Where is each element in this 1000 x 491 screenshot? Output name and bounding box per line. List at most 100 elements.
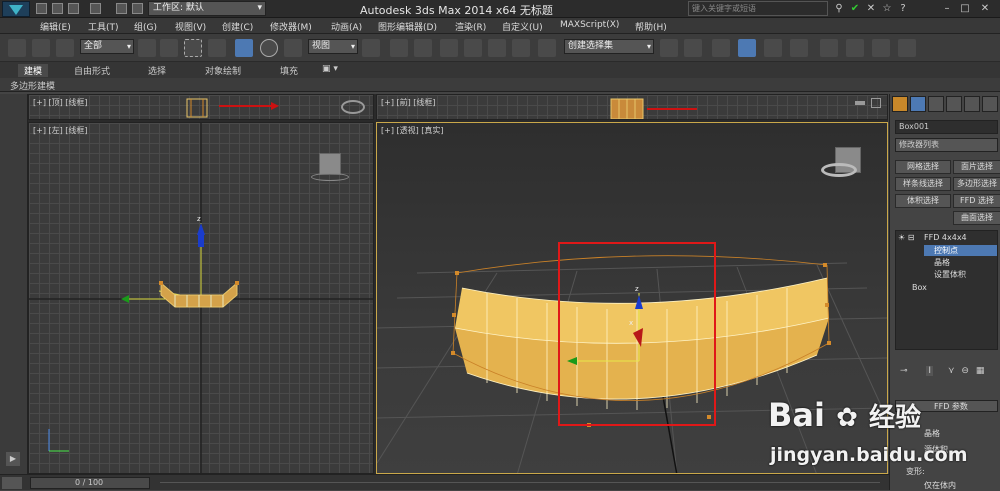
new-file-icon[interactable] [36, 3, 47, 14]
make-unique-icon[interactable]: ⋎ [948, 366, 955, 376]
schematic-view-icon[interactable] [790, 39, 808, 57]
rendered-frame-icon[interactable] [872, 39, 890, 57]
project-folder-icon[interactable] [132, 3, 143, 14]
display-tab-icon[interactable] [964, 96, 980, 112]
tab-object-paint[interactable]: 对象绘制 [205, 64, 241, 77]
stack-set-volume[interactable]: 设置体积 [934, 269, 966, 280]
menu-maxscript[interactable]: MAXScript(X) [560, 20, 619, 30]
keyboard-shortcut-icon[interactable] [414, 39, 432, 57]
named-selection-dropdown[interactable]: 创建选择集 ▾ [564, 39, 654, 54]
menu-help[interactable]: 帮助(H) [635, 20, 667, 33]
render-setup-icon[interactable] [846, 39, 864, 57]
select-manipulate-icon[interactable] [390, 39, 408, 57]
show-end-result-icon[interactable]: Ⅰ [926, 366, 934, 376]
time-slider[interactable]: 0 / 100 [30, 477, 150, 489]
viewcube-ring-icon[interactable] [311, 173, 349, 181]
hierarchy-tab-icon[interactable] [928, 96, 944, 112]
viewport-front[interactable]: [+] [前] [线框] [376, 94, 888, 120]
motion-tab-icon[interactable] [946, 96, 962, 112]
bind-space-warp-icon[interactable] [56, 39, 74, 57]
menu-tools[interactable]: 工具(T) [88, 20, 119, 33]
stack-control-points[interactable]: 控制点 [924, 245, 997, 256]
viewport-top[interactable]: [+] [顶] [线框] [28, 94, 374, 120]
tab-freeform[interactable]: 自由形式 [74, 64, 110, 77]
remove-modifier-icon[interactable]: ⊖ [961, 366, 969, 376]
stack-lattice[interactable]: 晶格 [934, 257, 950, 268]
ribbon-options-icon[interactable]: ▣ ▾ [322, 64, 338, 74]
lightbulb-icon[interactable]: ☀ ⊟ [898, 233, 914, 242]
select-by-name-icon[interactable] [160, 39, 178, 57]
tab-modeling[interactable]: 建模 [18, 64, 49, 77]
maximize-icon[interactable]: □ [958, 2, 972, 15]
mesh-select-button[interactable]: 网格选择 [895, 160, 951, 174]
menu-graph-editors[interactable]: 图形编辑器(D) [378, 20, 437, 33]
menu-group[interactable]: 组(G) [134, 20, 157, 33]
lattice-checkbox-label[interactable]: 晶格 [924, 428, 940, 439]
menu-rendering[interactable]: 渲染(R) [455, 20, 486, 33]
menu-edit[interactable]: 编辑(E) [40, 20, 71, 33]
tab-selection[interactable]: 选择 [148, 64, 166, 77]
spinner-snap-icon[interactable] [512, 39, 530, 57]
poly-select-button[interactable]: 多边形选择 [953, 177, 1000, 191]
pivot-center-icon[interactable] [362, 39, 380, 57]
subscription-icon[interactable]: ✔ [848, 2, 862, 15]
select-object-icon[interactable] [138, 39, 156, 57]
modifier-stack[interactable]: ☀ ⊟ FFD 4x4x4 控制点 晶格 设置体积 Box [895, 230, 998, 350]
rect-selection-icon[interactable] [184, 39, 202, 57]
expand-arrow-icon[interactable]: ▶ [6, 452, 20, 466]
material-editor-icon[interactable] [820, 39, 838, 57]
modify-tab-icon[interactable] [910, 96, 926, 112]
ffd-select-button[interactable]: FFD 选择 [953, 194, 1000, 208]
angle-snap-icon[interactable] [464, 39, 482, 57]
viewport-left[interactable]: [+] [左] [线框] z [28, 122, 374, 474]
redo-icon[interactable] [116, 3, 127, 14]
search-input[interactable]: 键入关键字或短语 [688, 1, 828, 16]
save-file-icon[interactable] [68, 3, 79, 14]
configure-sets-icon[interactable]: ▦ [976, 366, 985, 376]
scale-icon[interactable] [284, 39, 302, 57]
help-icon[interactable]: ? [896, 2, 910, 15]
search-icon[interactable]: ⚲ [832, 2, 846, 15]
unlink-icon[interactable] [32, 39, 50, 57]
link-icon[interactable] [8, 39, 26, 57]
graphite-tools-icon[interactable] [738, 39, 756, 57]
percent-snap-icon[interactable] [488, 39, 506, 57]
minimize-icon[interactable]: – [940, 2, 954, 15]
menu-modifiers[interactable]: 修改器(M) [270, 20, 312, 33]
pin-stack-icon[interactable]: ⊸ [900, 366, 908, 376]
window-crossing-icon[interactable] [208, 39, 226, 57]
spline-select-button[interactable]: 样条线选择 [895, 177, 951, 191]
communication-icon[interactable]: ✕ [864, 2, 878, 15]
snap-toggle-icon[interactable] [440, 39, 458, 57]
menu-views[interactable]: 视图(V) [175, 20, 206, 33]
minimize-viewport-icon[interactable] [855, 101, 865, 105]
polygon-modeling-label[interactable]: 多边形建模 [10, 79, 55, 92]
mirror-icon[interactable] [660, 39, 678, 57]
align-icon[interactable] [684, 39, 702, 57]
stack-ffd[interactable]: FFD 4x4x4 [924, 233, 967, 242]
viewport-top-label[interactable]: [+] [顶] [线框] [33, 97, 88, 108]
move-icon[interactable] [235, 39, 253, 57]
render-teapot-icon[interactable] [898, 39, 916, 57]
menu-create[interactable]: 创建(C) [222, 20, 253, 33]
ref-coord-dropdown[interactable]: 视图 ▾ [308, 39, 358, 54]
viewcube-ring-icon[interactable] [341, 100, 365, 114]
selection-filter-dropdown[interactable]: 全部 ▾ [80, 39, 134, 54]
open-file-icon[interactable] [52, 3, 63, 14]
maximize-viewport-icon[interactable] [871, 98, 881, 108]
patch-select-button[interactable]: 面片选择 [953, 160, 1000, 174]
workspace-dropdown[interactable]: 工作区: 默认 ▾ [148, 1, 266, 16]
utilities-tab-icon[interactable] [982, 96, 998, 112]
app-logo-icon[interactable] [2, 1, 30, 17]
surface-select-button[interactable]: 曲面选择 [953, 211, 1000, 225]
rotate-icon[interactable] [260, 39, 278, 57]
track-bar[interactable] [160, 482, 880, 483]
viewcube-ring-icon[interactable] [821, 163, 857, 177]
tab-populate[interactable]: 填充 [280, 64, 298, 77]
viewcube-icon[interactable] [319, 153, 341, 175]
create-tab-icon[interactable] [892, 96, 908, 112]
favorites-icon[interactable]: ☆ [880, 2, 894, 15]
only-in-volume-radio-label[interactable]: 仅在体内 [924, 480, 956, 491]
layer-manager-icon[interactable] [712, 39, 730, 57]
curve-editor-icon[interactable] [764, 39, 782, 57]
